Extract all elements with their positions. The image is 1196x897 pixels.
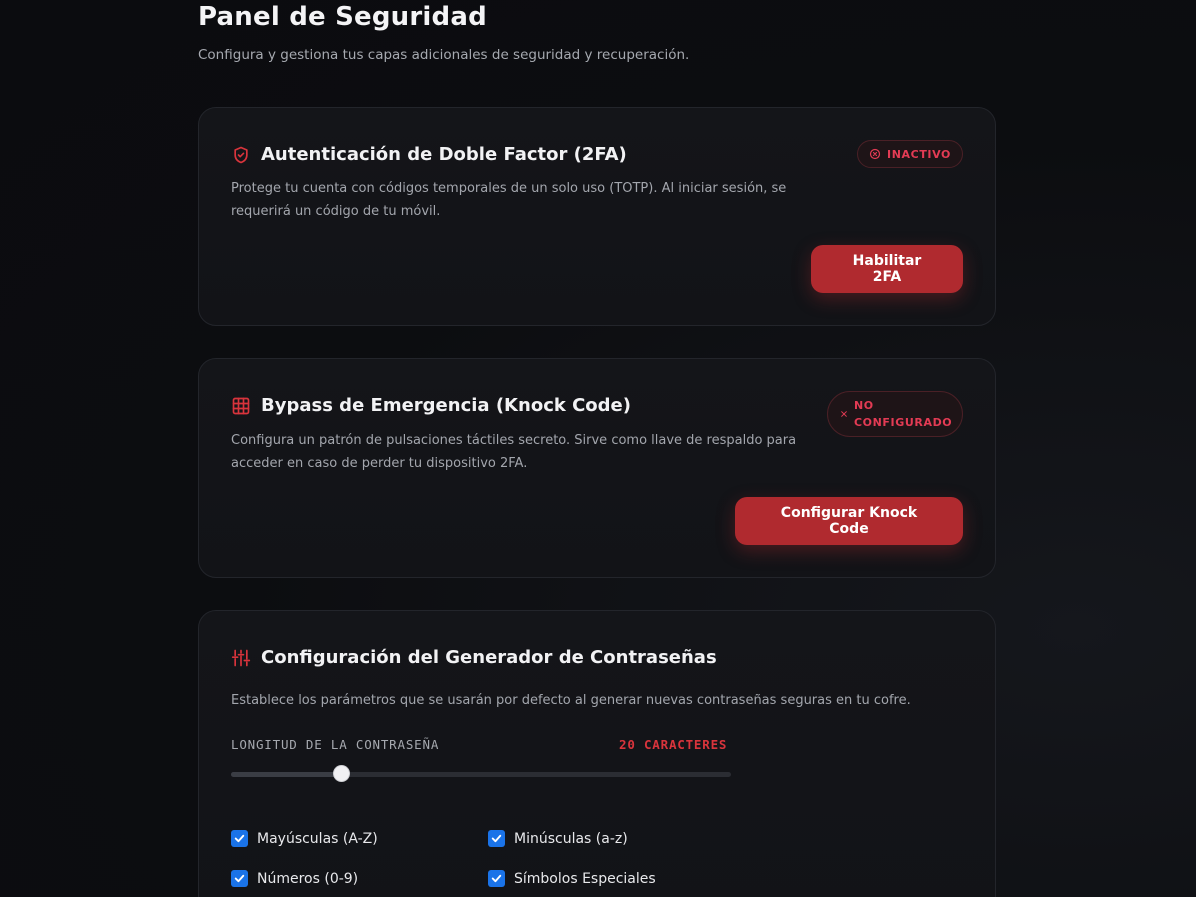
option-numbers-label: Números (0-9) [257,870,359,887]
length-value: 20 CARACTERES [619,737,728,752]
enable-2fa-button[interactable]: Habilitar 2FA [811,245,963,293]
knock-status-badge: NO CONFIGURADO [827,391,963,437]
length-slider-fill [231,772,341,777]
option-uppercase-label: Mayúsculas (A-Z) [257,830,378,847]
knock-header: Bypass de Emergencia (Knock Code) [231,395,631,416]
generator-description: Establece los parámetros que se usarán p… [231,693,911,708]
option-lowercase-label: Minúsculas (a-z) [514,830,628,847]
sliders-icon [231,648,251,668]
checkbox-symbols[interactable] [488,870,505,887]
twofa-description: Protege tu cuenta con códigos temporales… [231,181,787,219]
generator-header: Configuración del Generador de Contraseñ… [231,647,717,668]
knock-description: Configura un patrón de pulsaciones tácti… [231,433,797,471]
checkbox-numbers[interactable] [231,870,248,887]
option-lowercase[interactable]: Minúsculas (a-z) [488,830,628,847]
option-uppercase[interactable]: Mayúsculas (A-Z) [231,830,378,847]
length-slider[interactable] [231,766,731,781]
checkbox-lowercase[interactable] [488,830,505,847]
checkbox-uppercase[interactable] [231,830,248,847]
knock-code-card: Bypass de Emergencia (Knock Code) NO CON… [198,358,996,578]
twofa-status-text: INACTIVO [887,147,951,161]
security-panel-page: Panel de Seguridad Configura y gestiona … [0,0,1196,897]
circle-x-icon [869,148,881,160]
length-slider-thumb[interactable] [334,766,349,781]
grid-icon [231,396,251,416]
option-numbers[interactable]: Números (0-9) [231,870,358,887]
twofa-card: Autenticación de Doble Factor (2FA) INAC… [198,107,996,326]
password-generator-card: Configuración del Generador de Contraseñ… [198,610,996,897]
x-icon [840,410,848,418]
page-subtitle: Configura y gestiona tus capas adicional… [198,47,690,63]
option-symbols-label: Símbolos Especiales [514,870,656,887]
page-title: Panel de Seguridad [198,2,487,32]
option-symbols[interactable]: Símbolos Especiales [488,870,656,887]
length-label: LONGITUD DE LA CONTRASEÑA [231,737,440,752]
knock-status-text: NO CONFIGURADO [854,399,953,429]
knock-title: Bypass de Emergencia (Knock Code) [261,395,631,416]
twofa-title: Autenticación de Doble Factor (2FA) [261,144,627,165]
twofa-status-badge: INACTIVO [857,140,963,168]
configure-knock-code-button[interactable]: Configurar Knock Code [735,497,963,545]
twofa-header: Autenticación de Doble Factor (2FA) [231,144,627,165]
generator-title: Configuración del Generador de Contraseñ… [261,647,717,668]
shield-check-icon [231,145,251,165]
